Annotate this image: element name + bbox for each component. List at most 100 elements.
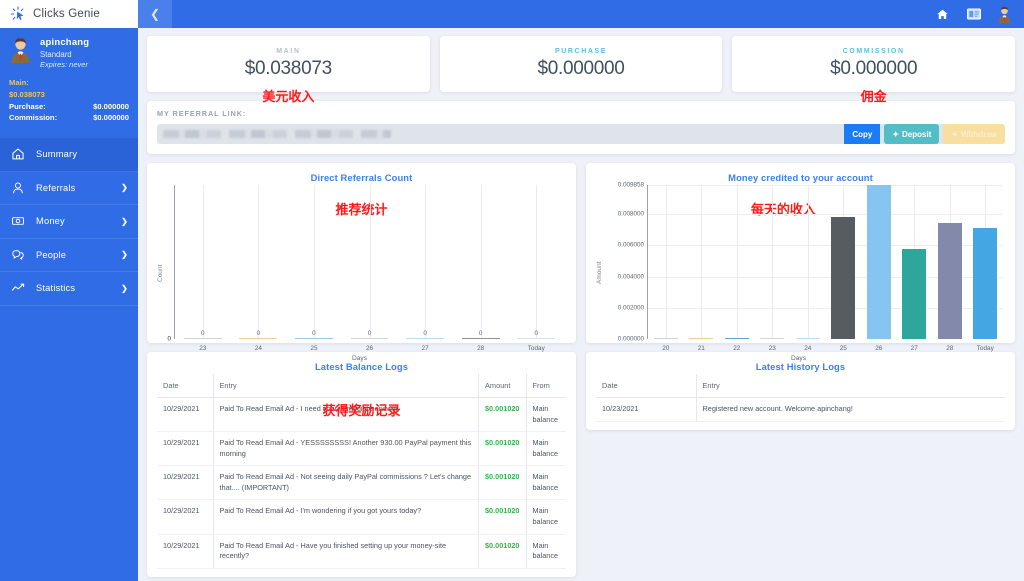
bar[interactable] (973, 227, 998, 339)
money-chart-panel: Money credited to your account 每天的收入 Amo… (586, 163, 1015, 362)
bar[interactable] (937, 222, 962, 339)
user-avatar-icon (9, 37, 32, 63)
table-row[interactable]: 10/23/2021 Registered new account. Welcom… (596, 397, 1005, 422)
bar[interactable] (724, 337, 749, 339)
bar-column (342, 185, 398, 339)
x-axis-tick: 25 (839, 345, 847, 352)
bar[interactable] (866, 185, 891, 339)
annotation-balance-logs: 获得奖励记录 (322, 404, 401, 419)
bar-column (231, 185, 287, 339)
chevron-right-icon: ❯ (121, 283, 128, 293)
profile-expires: Expires: never (40, 59, 88, 69)
home-icon[interactable] (935, 7, 950, 22)
bar[interactable] (350, 337, 389, 339)
cell-amount: $0.001020 (478, 499, 526, 535)
table-row[interactable]: 10/29/2021 Paid To Read Email Ad - Not se… (157, 465, 566, 501)
x-axis-tick: Today (527, 345, 545, 352)
referral-link-input[interactable] (163, 130, 391, 138)
bar-column (755, 185, 791, 339)
home-icon (10, 147, 26, 161)
brand-header[interactable]: Clicks Genie (0, 0, 138, 28)
bar[interactable] (831, 217, 856, 339)
bar[interactable] (653, 337, 678, 339)
sidebar-item-referrals[interactable]: Referrals ❯ (0, 172, 138, 206)
x-axis-tick: 25 (310, 345, 318, 352)
sidebar-item-people[interactable]: People ❯ (0, 239, 138, 273)
cell-date: 10/29/2021 (157, 431, 213, 467)
bar[interactable] (795, 337, 820, 339)
table-row[interactable]: 10/29/2021 Paid To Read Email Ad - Have y… (157, 534, 566, 569)
plus-icon: ✦ (892, 129, 900, 139)
withdraw-button[interactable]: ✦ Withdraw (943, 124, 1005, 144)
cell-from: Main balance (525, 397, 566, 433)
balance-value: $0.000000 (93, 101, 129, 111)
bar[interactable] (406, 337, 444, 339)
stat-value: $0.000000 (830, 58, 918, 79)
sidebar-collapse-button[interactable]: ❮ (138, 0, 172, 28)
y-axis-tick: 0.000000 (617, 335, 644, 343)
logs-row: Latest Balance Logs 获得奖励记录 Date Entry Am… (147, 352, 1015, 577)
bar-data-label: 0 (312, 330, 316, 337)
plus-icon: ✦ (951, 129, 959, 139)
x-axis-tick: 24 (804, 345, 812, 352)
x-axis-tick: 27 (421, 345, 429, 352)
bar-column (790, 185, 826, 339)
stat-card-commission: COMMISSION $0.000000 佣金 (732, 36, 1016, 105)
app-root: Clicks Genie apinchang Standard Expires:… (0, 0, 1024, 581)
main-area: ❮ MAIN $0.038073 美元收入 PURCHASE $0.000000… (138, 0, 1024, 581)
y-axis-tick: 0.006000 (617, 241, 644, 249)
money-chart-ylabel: Amount (596, 261, 603, 285)
cell-date: 10/29/2021 (157, 534, 213, 569)
cell-amount: $0.001020 (478, 431, 526, 467)
balance-row-purchase: Purchase: $0.000000 (9, 101, 129, 113)
table-row[interactable]: 10/29/2021 Paid To Read Email Ad - YESSSS… (157, 431, 566, 467)
brand-name: Clicks Genie (33, 8, 100, 20)
bar-column (684, 185, 720, 339)
bar[interactable] (902, 249, 927, 339)
referrals-chart-panel: Direct Referrals Count 推荐统计 Count 00 000… (147, 163, 576, 362)
referrals-chart-plot: 0 0 0 0 0 0 0 23 24 25 26 27 28 Today (174, 185, 564, 352)
profile-plan: Standard (40, 50, 72, 59)
user-avatar-icon[interactable] (997, 6, 1012, 23)
stat-label: MAIN (276, 48, 301, 55)
sidebar-item-summary[interactable]: Summary (0, 138, 138, 172)
topbar-icons (935, 6, 1012, 23)
balance-row-main: Main: $0.038073 (9, 77, 129, 101)
bar[interactable] (295, 337, 333, 339)
bar-series (175, 185, 564, 339)
balance-value: $0.038073 (9, 89, 45, 99)
bar[interactable] (760, 337, 785, 339)
copy-button[interactable]: Copy (844, 124, 881, 144)
balance-value: $0.000000 (93, 113, 129, 123)
sidebar-item-label: Money (36, 216, 65, 227)
sidebar-item-label: Referrals (36, 182, 76, 193)
bar-column (826, 185, 862, 339)
bar[interactable] (239, 337, 278, 339)
bar-column (175, 185, 231, 339)
money-card-icon[interactable] (966, 7, 981, 22)
x-axis-tick: 22 (733, 345, 741, 352)
bar[interactable] (183, 337, 222, 339)
bar-data-label: 0 (534, 330, 539, 337)
bar-column (397, 185, 453, 339)
x-axis-tick: 23 (768, 345, 776, 352)
cell-amount: $0.001020 (478, 534, 526, 569)
x-axis-tick: 24 (254, 345, 262, 352)
bar[interactable] (689, 337, 714, 339)
chevron-left-icon: ❮ (149, 7, 161, 21)
table-row[interactable]: 10/29/2021 Paid To Read Email Ad - I'm wo… (157, 499, 566, 535)
chat-icon (10, 248, 26, 262)
sidebar-item-money[interactable]: Money ❯ (0, 205, 138, 239)
page-content: MAIN $0.038073 美元收入 PURCHASE $0.000000 C… (138, 28, 1024, 581)
profile-balances: Main: $0.038073 Purchase: $0.000000 Comm… (9, 77, 129, 124)
referrals-chart-title: Direct Referrals Count (310, 172, 413, 183)
topbar: ❮ (138, 0, 1024, 28)
money-chart: 每天的收入 Amount 0.000000 0.002000 0.004000 0.0… (586, 182, 1015, 362)
sidebar-item-statistics[interactable]: Statistics ❯ (0, 272, 138, 306)
cell-date: 10/23/2021 (596, 397, 696, 422)
cell-entry: Paid To Read Email Ad - Not seeing daily… (212, 465, 479, 501)
bar[interactable] (517, 337, 556, 339)
column-header-from: From (525, 374, 566, 398)
bar[interactable] (461, 337, 500, 339)
deposit-button[interactable]: ✦ Deposit (884, 124, 940, 144)
